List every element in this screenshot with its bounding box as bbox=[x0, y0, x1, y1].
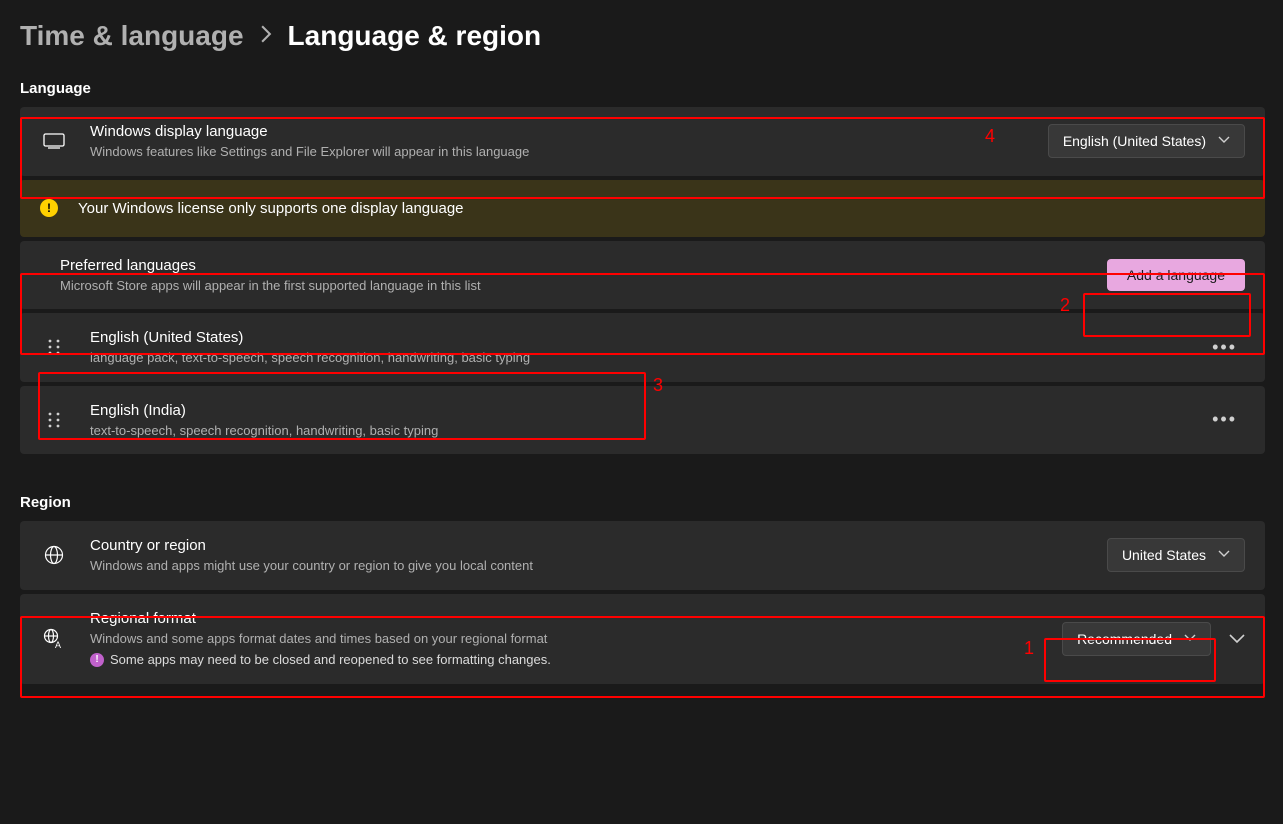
info-icon: ! bbox=[90, 653, 104, 667]
chevron-down-icon bbox=[1218, 549, 1230, 561]
chevron-down-icon bbox=[1218, 135, 1230, 147]
language-features: language pack, text-to-speech, speech re… bbox=[90, 348, 1204, 368]
country-region-row: Country or region Windows and apps might… bbox=[20, 521, 1265, 590]
country-select[interactable]: United States bbox=[1107, 538, 1245, 572]
display-language-title: Windows display language bbox=[90, 121, 1048, 142]
regional-format-note: ! Some apps may need to be closed and re… bbox=[90, 650, 1062, 670]
display-language-select[interactable]: English (United States) bbox=[1048, 124, 1245, 158]
language-features: text-to-speech, speech recognition, hand… bbox=[90, 421, 1204, 441]
expand-button[interactable] bbox=[1229, 631, 1245, 647]
regional-format-desc: Windows and some apps format dates and t… bbox=[90, 629, 1062, 649]
license-warning-text: Your Windows license only supports one d… bbox=[78, 198, 464, 219]
chevron-right-icon bbox=[260, 25, 272, 48]
breadcrumb-parent[interactable]: Time & language bbox=[20, 20, 244, 52]
add-language-button[interactable]: Add a language bbox=[1107, 259, 1245, 291]
chevron-down-icon bbox=[1184, 633, 1196, 645]
regional-format-value: Recommended bbox=[1077, 631, 1172, 647]
language-name: English (India) bbox=[90, 400, 1204, 421]
country-title: Country or region bbox=[90, 535, 1107, 556]
preferred-title: Preferred languages bbox=[60, 255, 1107, 276]
more-options-button[interactable]: ••• bbox=[1204, 333, 1245, 362]
regional-format-row: A Regional format Windows and some apps … bbox=[20, 594, 1265, 684]
drag-handle-icon[interactable] bbox=[40, 338, 68, 356]
preferred-languages-row: Preferred languages Microsoft Store apps… bbox=[20, 241, 1265, 310]
section-heading-region: Region bbox=[20, 494, 1283, 511]
globe-icon bbox=[40, 545, 68, 565]
preferred-desc: Microsoft Store apps will appear in the … bbox=[60, 276, 1107, 296]
annotation-number-3: 3 bbox=[653, 375, 663, 396]
regional-format-title: Regional format bbox=[90, 608, 1062, 629]
warning-icon: ! bbox=[40, 199, 58, 217]
annotation-number-4: 4 bbox=[985, 126, 995, 147]
drag-handle-icon[interactable] bbox=[40, 411, 68, 429]
globe-translate-icon: A bbox=[40, 628, 68, 650]
display-language-desc: Windows features like Settings and File … bbox=[90, 142, 1048, 162]
license-warning-row: ! Your Windows license only supports one… bbox=[20, 180, 1265, 237]
annotation-number-1: 1 bbox=[1024, 638, 1034, 659]
country-value: United States bbox=[1122, 547, 1206, 563]
breadcrumb-current: Language & region bbox=[288, 20, 542, 52]
language-item[interactable]: English (India) text-to-speech, speech r… bbox=[20, 386, 1265, 455]
display-language-value: English (United States) bbox=[1063, 133, 1206, 149]
regional-format-select[interactable]: Recommended bbox=[1062, 622, 1211, 656]
display-language-row: Windows display language Windows feature… bbox=[20, 107, 1265, 176]
monitor-icon bbox=[40, 133, 68, 149]
language-name: English (United States) bbox=[90, 327, 1204, 348]
svg-text:A: A bbox=[55, 640, 61, 650]
breadcrumb: Time & language Language & region bbox=[20, 20, 1283, 52]
language-item[interactable]: English (United States) language pack, t… bbox=[20, 313, 1265, 382]
more-options-button[interactable]: ••• bbox=[1204, 405, 1245, 434]
annotation-number-2: 2 bbox=[1060, 295, 1070, 316]
section-heading-language: Language bbox=[20, 80, 1283, 97]
country-desc: Windows and apps might use your country … bbox=[90, 556, 1107, 576]
